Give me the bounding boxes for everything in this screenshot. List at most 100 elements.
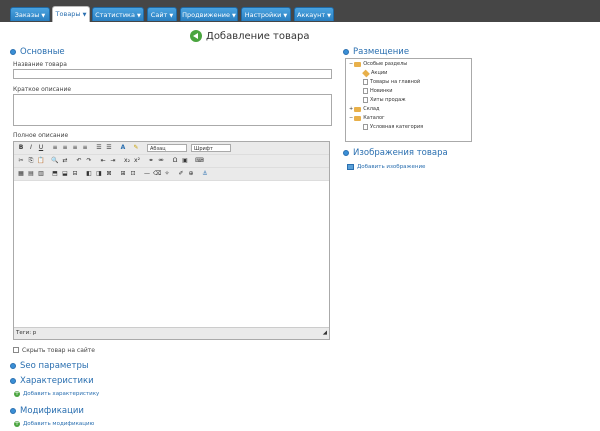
paste-icon[interactable]: 📋 [37,157,45,165]
section-modifications-title[interactable]: Модификации [10,406,84,416]
format-select[interactable]: Абзац [147,144,187,152]
back-arrow-icon[interactable] [190,30,202,42]
collapse-icon[interactable]: − [349,61,353,67]
special-char-icon[interactable]: Ω [171,157,179,165]
align-right-icon[interactable]: ≡ [71,144,79,152]
tab-statistics[interactable]: Статистика ▼ [92,7,144,21]
merge-cells-icon[interactable]: ⊞ [119,170,127,178]
chevron-down-icon: ▼ [41,13,46,19]
font-select[interactable]: Шрифт [191,144,231,152]
undo-icon[interactable]: ↶ [75,157,83,165]
indent-icon[interactable]: ⇥ [109,157,117,165]
section-seo-title[interactable]: Seo параметры [10,361,89,371]
bold-icon[interactable]: B [17,144,25,152]
cut-icon[interactable]: ✂ [17,157,25,165]
rich-text-editor[interactable]: B I U ≡ ≡ ≡ ≡ ☰ ☰ A ✎ Абзац Шрифт ✂ ⎘ 📋 … [13,141,330,340]
tab-orders[interactable]: Заказы ▼ [10,7,50,21]
replace-icon[interactable]: ⇄ [61,157,69,165]
section-title-text: Seo параметры [20,361,89,371]
tree-node[interactable]: + Склад [349,106,379,112]
tree-node[interactable]: Условная категория [363,124,423,130]
section-placement-title[interactable]: Размещение [343,47,409,57]
text-color-icon[interactable]: A [119,144,127,152]
remove-format-icon[interactable]: ⌫ [153,170,161,178]
tab-promotion[interactable]: Продвижение ▼ [180,7,238,21]
find-icon[interactable]: 🔍 [51,157,59,165]
numbered-list-icon[interactable]: ☰ [105,144,113,152]
tree-node[interactable]: Новинки [363,88,393,94]
add-image-label: Добавить изображение [357,164,426,170]
tab-label: Товары [55,10,81,18]
outdent-icon[interactable]: ⇤ [99,157,107,165]
resize-handle-icon[interactable]: ◢ [323,328,327,339]
tab-settings[interactable]: Настройки ▼ [241,7,291,21]
tab-account[interactable]: Аккаунт ▼ [294,7,334,21]
short-description-textarea[interactable] [13,94,332,126]
hr-icon[interactable]: — [143,170,151,178]
cleanup-icon[interactable]: ✧ [163,170,171,178]
html-source-icon[interactable]: ⌨ [195,157,204,165]
copy-icon[interactable]: ⎘ [27,157,35,165]
hide-product-checkbox[interactable] [13,347,19,353]
tree-node[interactable]: Хиты продаж [363,97,406,103]
add-characteristic-link[interactable]: + Добавить характеристику [14,391,99,397]
tree-node[interactable]: − Каталог [349,115,385,121]
delete-col-icon[interactable]: ⊠ [105,170,113,178]
editor-toolbar-row-1: B I U ≡ ≡ ≡ ≡ ☰ ☰ A ✎ Абзац Шрифт [14,142,329,155]
table-row-icon[interactable]: ▤ [27,170,35,178]
subscript-icon[interactable]: x₂ [123,157,131,165]
bullet-icon [343,49,349,55]
image-insert-icon[interactable]: ▣ [181,157,189,165]
row-after-icon[interactable]: ⬓ [61,170,69,178]
page-title-text: Добавление товара [206,30,310,42]
tab-site[interactable]: Сайт ▼ [147,7,177,21]
unlink-icon[interactable]: ⚮ [157,157,165,165]
add-modification-link[interactable]: + Добавить модификацию [14,421,94,427]
redo-icon[interactable]: ↷ [85,157,93,165]
collapse-icon[interactable]: − [349,115,353,121]
align-justify-icon[interactable]: ≡ [81,144,89,152]
bullet-icon [10,408,16,414]
add-image-link[interactable]: Добавить изображение [347,164,425,170]
tree-node[interactable]: Товары на главной [363,79,420,85]
tree-node[interactable]: Акции [362,69,388,77]
tag-icon [362,69,370,77]
tab-products[interactable]: Товары ▼ [52,6,90,22]
superscript-icon[interactable]: x² [133,157,141,165]
table-cell-icon[interactable]: ▥ [37,170,45,178]
align-left-icon[interactable]: ≡ [51,144,59,152]
editor-toolbar-row-3: ▦ ▤ ▥ ⬒ ⬓ ⊟ ◧ ◨ ⊠ ⊞ ⊡ — ⌫ ✧ ✐ ⊕ ⚓ [14,168,329,181]
tree-node-label: Каталог [363,115,385,121]
bullet-icon [10,378,16,384]
section-images-title[interactable]: Изображения товара [343,148,448,158]
split-cells-icon[interactable]: ⊡ [129,170,137,178]
edit-icon[interactable]: ✐ [177,170,185,178]
col-after-icon[interactable]: ◨ [95,170,103,178]
tree-node-label: Склад [363,106,380,112]
editor-path: Теги: p [16,330,37,336]
editor-toolbar-row-2: ✂ ⎘ 📋 🔍 ⇄ ↶ ↷ ⇤ ⇥ x₂ x² ⚭ ⚮ Ω ▣ ⌨ [14,155,329,168]
highlight-icon[interactable]: ✎ [132,144,140,152]
insert-table-icon[interactable]: ▦ [17,170,25,178]
delete-row-icon[interactable]: ⊟ [71,170,79,178]
link-icon[interactable]: ⚭ [147,157,155,165]
italic-icon[interactable]: I [27,144,35,152]
page-icon [363,97,368,103]
zoom-icon[interactable]: ⊕ [187,170,195,178]
expand-icon[interactable]: + [349,106,353,112]
bullet-list-icon[interactable]: ☰ [95,144,103,152]
tab-label: Настройки [244,11,282,19]
align-center-icon[interactable]: ≡ [61,144,69,152]
tree-node-label: Условная категория [370,124,424,130]
category-tree[interactable]: − Особые разделы Акции Товары на главной … [345,58,472,142]
underline-icon[interactable]: U [37,144,45,152]
chevron-down-icon: ▼ [327,13,332,19]
anchor-icon[interactable]: ⚓ [201,170,209,178]
tree-node[interactable]: − Особые разделы [349,61,407,67]
section-characteristics-title[interactable]: Характеристики [10,376,94,386]
tree-node-label: Акции [371,70,388,76]
section-main-title[interactable]: Основные [10,47,65,57]
col-before-icon[interactable]: ◧ [85,170,93,178]
product-name-input[interactable] [13,69,332,79]
row-before-icon[interactable]: ⬒ [51,170,59,178]
